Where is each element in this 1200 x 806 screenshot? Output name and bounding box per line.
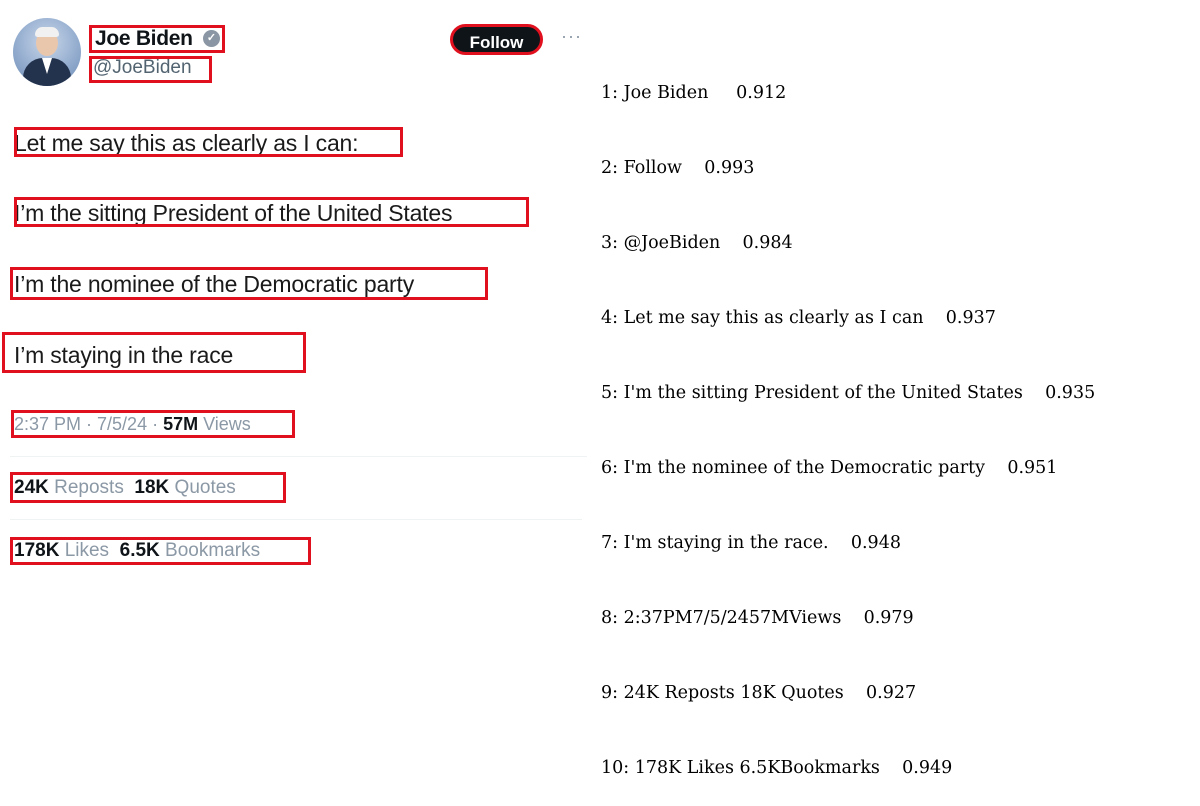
detection-box-line-4 — [2, 332, 306, 373]
tweet-card: Joe Biden ✓ @JoeBiden Follow ··· Let me … — [0, 0, 590, 567]
detection-result: 7: I'm staying in the race. 0.948 — [601, 533, 901, 553]
detection-box-line-2 — [14, 197, 529, 227]
detection-box-line-3 — [10, 267, 488, 300]
detection-box-handle — [89, 56, 212, 83]
detection-result: 2: Follow 0.993 — [601, 158, 755, 178]
detection-result: 10: 178K Likes 6.5KBookmarks 0.949 — [601, 758, 953, 778]
detection-box-author-name — [89, 25, 225, 53]
follow-button[interactable]: Follow — [450, 24, 543, 55]
detection-box-likes — [10, 537, 311, 565]
detection-result: 8: 2:37PM7/5/2457MViews 0.979 — [601, 608, 914, 628]
detection-box-metadata — [11, 410, 295, 438]
detection-result: 6: I'm the nominee of the Democratic par… — [601, 458, 1058, 478]
divider-2 — [10, 519, 582, 520]
avatar[interactable] — [13, 18, 81, 86]
detection-result: 9: 24K Reposts 18K Quotes 0.927 — [601, 683, 917, 703]
detection-box-reposts — [10, 472, 286, 503]
avatar-hair — [35, 27, 59, 37]
detection-box-line-1 — [14, 127, 403, 157]
divider-1 — [10, 456, 587, 457]
detection-results-list: 1: Joe Biden 0.912 2: Follow 0.993 3: @J… — [601, 31, 1095, 806]
detection-result: 5: I'm the sitting President of the Unit… — [601, 383, 1096, 403]
more-options-icon[interactable]: ··· — [561, 26, 582, 47]
detection-result: 1: Joe Biden 0.912 — [601, 83, 787, 103]
detection-result: 3: @JoeBiden 0.984 — [601, 233, 793, 253]
detection-result: 4: Let me say this as clearly as I can 0… — [601, 308, 996, 328]
